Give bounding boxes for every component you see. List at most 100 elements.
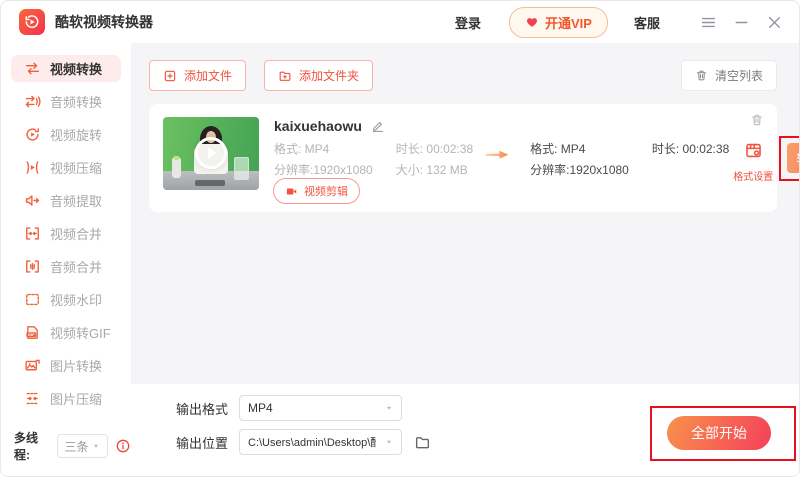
sidebar: 视频转换 音频转换 视频旋转 视频压缩 音频提取 视频合并 音频合并 视频水印 <box>1 43 131 476</box>
output-format-select[interactable]: MP4 <box>239 395 402 421</box>
multithread-value: 三条 <box>64 439 89 454</box>
sidebar-label: 音频提取 <box>50 194 103 209</box>
sidebar-item-audio-convert[interactable]: 音频转换 <box>11 88 121 115</box>
target-resolution: 分辨率:1920x1080 <box>530 163 629 177</box>
add-file-button[interactable]: 添加文件 <box>149 60 247 91</box>
target-format: 格式: MP4 <box>530 142 586 156</box>
sidebar-label: 视频合并 <box>50 227 103 242</box>
open-folder-icon[interactable] <box>414 434 431 451</box>
format-settings-label: 格式设置 <box>733 172 774 183</box>
format-settings-icon <box>744 141 763 160</box>
app-window: 酷软视频转换器 登录 开通VIP 客服 视频转换 音频转换 视频旋转 视频压缩 <box>0 0 800 477</box>
output-format-value: MP4 <box>248 401 273 415</box>
target-info: 格式: MP4 时长: 00:02:38 分辨率:1920x1080 <box>530 143 729 176</box>
svg-text:GIF: GIF <box>28 332 35 337</box>
multithread-label: 多线程: <box>14 431 39 462</box>
sidebar-label: 音频合并 <box>50 260 103 275</box>
video-compress-icon <box>24 159 41 176</box>
output-location-label: 输出位置 <box>176 435 229 451</box>
sidebar-item-image-compress[interactable]: 图片压缩 <box>11 385 121 412</box>
audio-extract-icon <box>24 192 41 209</box>
sidebar-label: 图片压缩 <box>50 392 103 407</box>
trash-icon <box>695 69 708 82</box>
video-clip-button[interactable]: 视频剪辑 <box>273 178 360 204</box>
audio-convert-icon <box>24 93 41 110</box>
output-location-select[interactable]: C:\Users\admin\Desktop\酷软视频转 <box>239 429 402 455</box>
sidebar-item-video-convert[interactable]: 视频转换 <box>11 55 121 82</box>
edit-name-icon[interactable] <box>371 119 385 133</box>
format-settings-button[interactable]: 格式设置 <box>729 141 777 183</box>
add-file-label: 添加文件 <box>184 69 233 83</box>
multithread-setting: 多线程: 三条 <box>14 429 131 463</box>
multithread-select[interactable]: 三条 <box>56 434 108 458</box>
vip-button[interactable]: 开通VIP <box>509 6 608 38</box>
menu-icon[interactable] <box>700 14 717 31</box>
add-folder-label: 添加文件夹 <box>299 69 360 83</box>
sidebar-item-video-merge[interactable]: 视频合并 <box>11 220 121 247</box>
delete-row-icon[interactable] <box>750 113 764 127</box>
thumbnail-caption <box>195 180 225 186</box>
sidebar-label: 视频水印 <box>50 293 103 308</box>
video-convert-icon <box>24 60 41 77</box>
chevron-down-icon <box>92 442 100 450</box>
image-compress-icon <box>24 390 41 407</box>
sidebar-item-audio-merge[interactable]: 音频合并 <box>11 253 121 280</box>
sidebar-label: 视频压缩 <box>50 161 103 176</box>
source-info: 格式: MP4 时长: 00:02:38 分辨率:1920x1080 大小: 1… <box>274 143 473 176</box>
close-icon[interactable] <box>766 14 783 31</box>
sidebar-item-audio-extract[interactable]: 音频提取 <box>11 187 121 214</box>
sidebar-item-video-to-gif[interactable]: GIF 视频转GIF <box>11 319 121 346</box>
title-bar: 酷软视频转换器 登录 开通VIP 客服 <box>1 1 799 43</box>
video-to-gif-icon: GIF <box>24 324 41 341</box>
target-duration: 时长: 00:02:38 <box>651 142 730 156</box>
convert-button[interactable]: 转换(极速) <box>787 143 799 173</box>
logo-icon <box>23 13 41 31</box>
source-duration: 时长: 00:02:38 <box>395 142 474 156</box>
file-plus-icon <box>163 69 177 83</box>
thumbnail-bottle-cap <box>174 156 179 160</box>
sidebar-item-video-watermark[interactable]: 视频水印 <box>11 286 121 313</box>
heart-icon <box>525 15 539 29</box>
sidebar-label: 视频转换 <box>50 62 103 77</box>
main-area: 添加文件 添加文件夹 清空列表 kaixuehaowu 格式: MP4 时长: … <box>131 43 799 384</box>
app-logo <box>19 9 45 35</box>
file-row: kaixuehaowu 格式: MP4 时长: 00:02:38 分辨率:192… <box>149 104 799 212</box>
source-format: 格式: MP4 <box>274 142 330 156</box>
output-panel: 输出格式 MP4 输出位置 C:\Users\admin\Desktop\酷软视… <box>131 384 799 476</box>
video-rotate-icon <box>24 126 41 143</box>
clear-list-label: 清空列表 <box>714 69 763 83</box>
chevron-down-icon <box>385 404 393 412</box>
minimize-icon[interactable] <box>733 14 750 31</box>
source-size: 大小: 132 MB <box>395 163 468 177</box>
vip-label: 开通VIP <box>545 15 592 31</box>
play-icon[interactable] <box>195 136 227 169</box>
source-resolution: 分辨率:1920x1080 <box>274 163 373 177</box>
sidebar-item-video-compress[interactable]: 视频压缩 <box>11 154 121 181</box>
clear-list-button[interactable]: 清空列表 <box>680 60 777 91</box>
sidebar-label: 视频转GIF <box>50 326 111 341</box>
video-clip-label: 视频剪辑 <box>304 186 348 198</box>
audio-merge-icon <box>24 258 41 275</box>
sidebar-item-image-convert[interactable]: 图片转换 <box>11 352 121 379</box>
thumbnail-box <box>234 157 249 180</box>
folder-plus-icon <box>278 69 292 83</box>
support-link[interactable]: 客服 <box>634 13 660 32</box>
app-title: 酷软视频转换器 <box>55 14 153 30</box>
add-folder-button[interactable]: 添加文件夹 <box>264 60 374 91</box>
sidebar-label: 图片转换 <box>50 359 103 374</box>
video-thumbnail[interactable] <box>163 117 259 190</box>
output-location-value: C:\Users\admin\Desktop\酷软视频转 <box>248 437 376 449</box>
file-name: kaixuehaowu <box>274 118 362 134</box>
info-icon[interactable] <box>115 438 131 454</box>
sidebar-item-video-rotate[interactable]: 视频旋转 <box>11 121 121 148</box>
login-link[interactable]: 登录 <box>455 13 481 32</box>
sidebar-label: 视频旋转 <box>50 128 103 143</box>
video-merge-icon <box>24 225 41 242</box>
video-watermark-icon <box>24 291 41 308</box>
convert-arrow-icon <box>483 147 511 162</box>
image-convert-icon <box>24 357 41 374</box>
toolbar: 添加文件 添加文件夹 清空列表 <box>149 60 777 91</box>
thumbnail-bottle <box>172 157 181 178</box>
start-all-button[interactable]: 全部开始 <box>667 416 771 450</box>
sidebar-label: 音频转换 <box>50 95 103 110</box>
